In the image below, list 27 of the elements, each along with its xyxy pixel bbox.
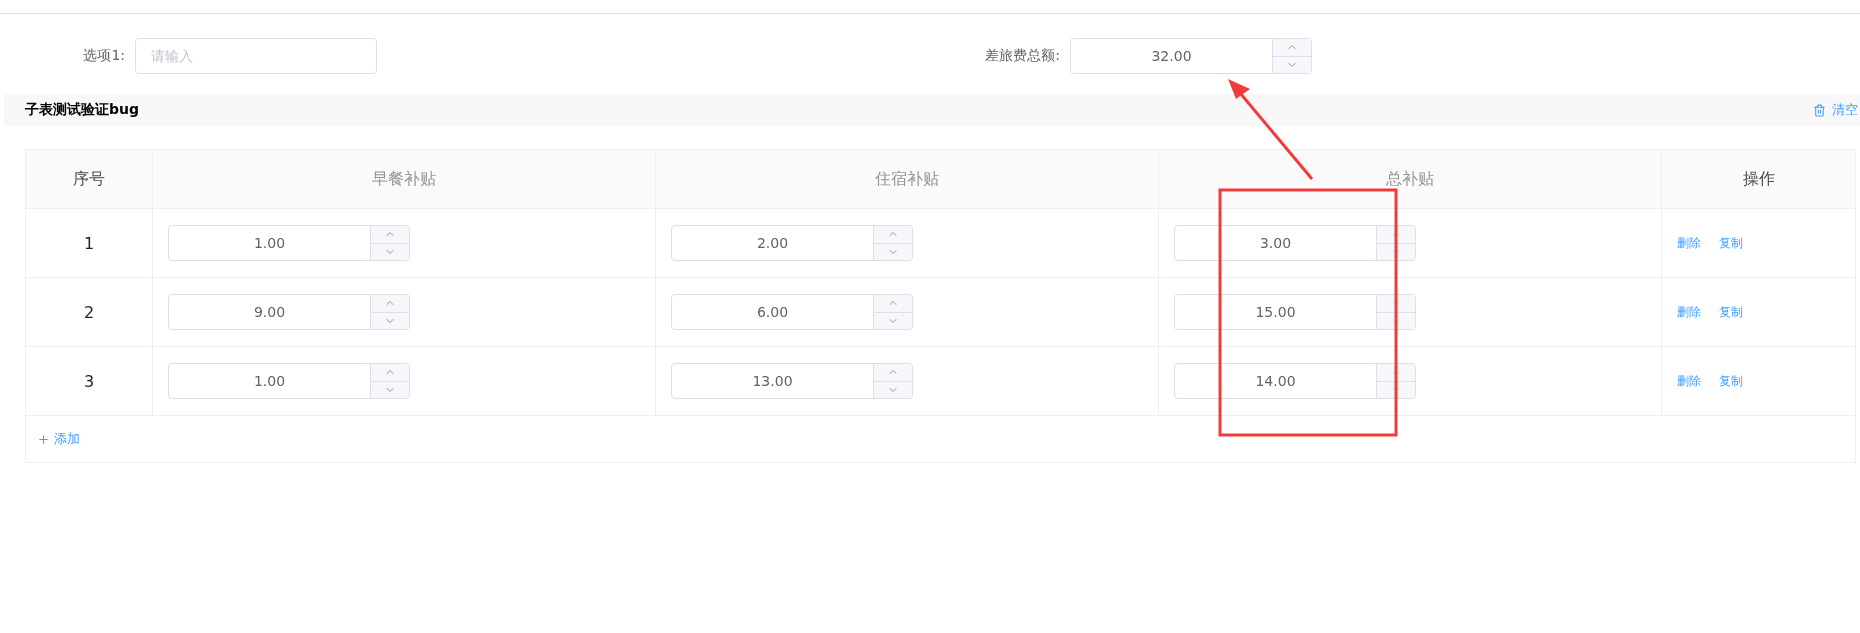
number-input[interactable]: 15.00 xyxy=(1174,294,1416,330)
row-number: 2 xyxy=(26,278,152,347)
column-header: 早餐补贴 xyxy=(152,150,655,209)
column-header: 住宿补贴 xyxy=(655,150,1158,209)
input-value: 15.00 xyxy=(1255,304,1296,320)
trash-icon xyxy=(1813,103,1826,117)
number-input[interactable]: 14.00 xyxy=(1174,363,1416,399)
input-value: 14.00 xyxy=(1255,373,1296,389)
section-title: 子表测试验证bug xyxy=(25,101,139,119)
column-header: 总补贴 xyxy=(1158,150,1661,209)
input-value: 13.00 xyxy=(752,373,793,389)
input-value: 3.00 xyxy=(1259,235,1292,251)
input-value: 1.00 xyxy=(253,373,286,389)
row-number: 3 xyxy=(26,347,152,416)
row-number: 1 xyxy=(26,209,152,278)
input-value: 2.00 xyxy=(756,235,789,251)
column-header: 操作 xyxy=(1661,150,1855,209)
input-value: 32.00 xyxy=(1151,48,1192,64)
text-input[interactable]: 请输入 xyxy=(135,38,377,74)
input-value: 1.00 xyxy=(253,235,286,251)
column-header: 序号 xyxy=(26,150,152,209)
number-input[interactable]: 3.00 xyxy=(1174,225,1416,261)
input-value: 6.00 xyxy=(756,304,789,320)
field-label: 选项1: xyxy=(82,47,125,65)
input-value: 9.00 xyxy=(253,304,286,320)
field-label: 差旅费总额: xyxy=(984,47,1060,65)
plus-icon xyxy=(37,432,50,446)
